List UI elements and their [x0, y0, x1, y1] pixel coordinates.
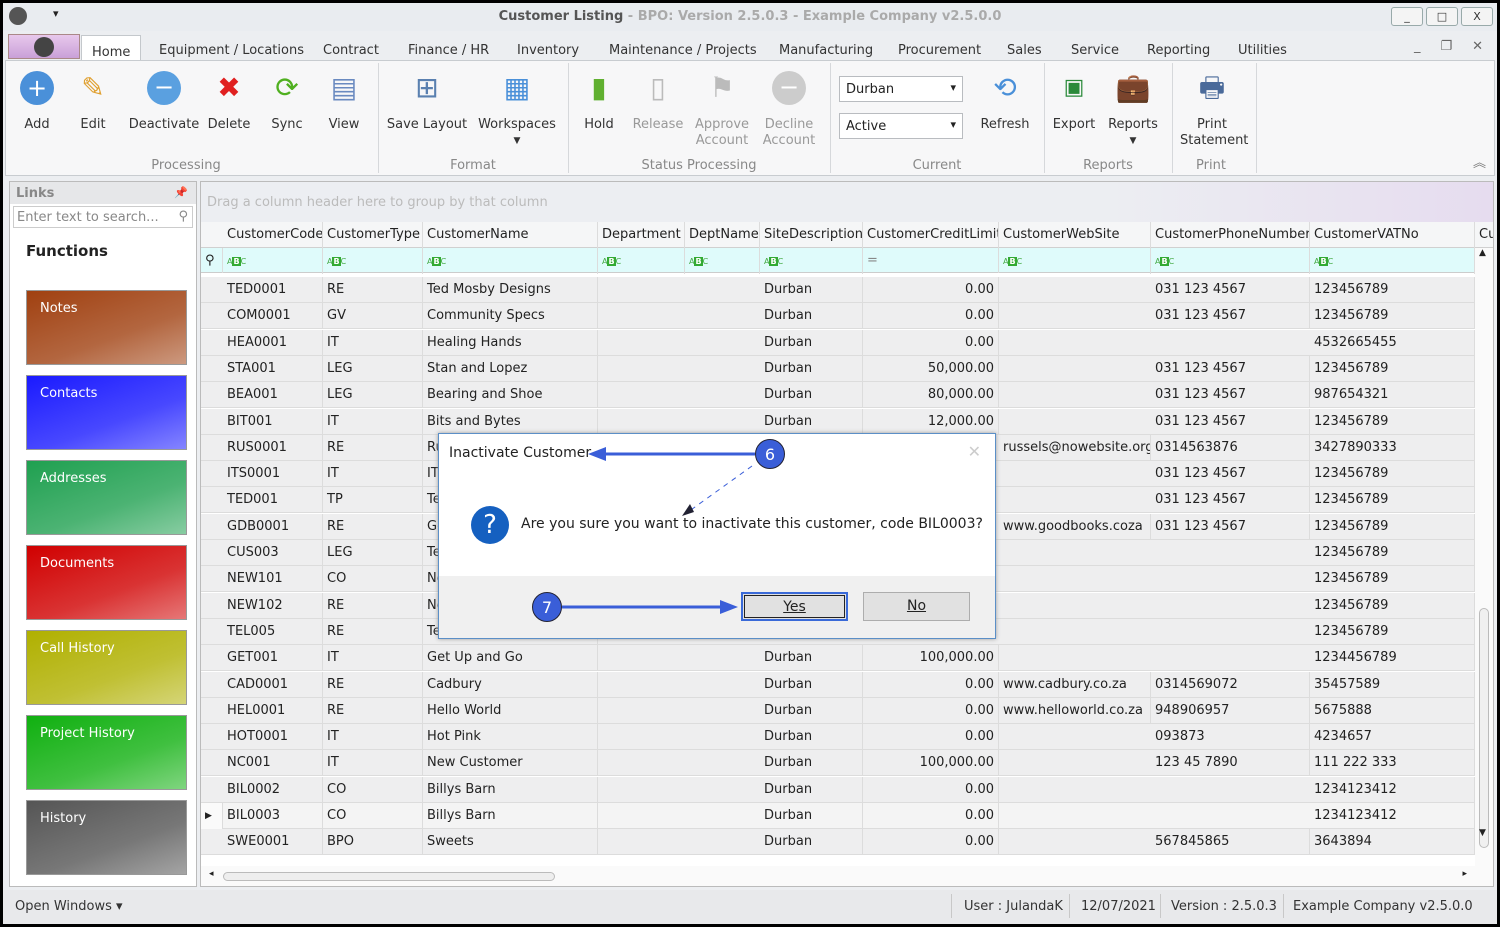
callout-6-dashed-arrow — [687, 465, 753, 513]
callout-6: 6 — [755, 439, 785, 469]
callout-7: 7 — [532, 592, 562, 622]
annotation-arrows — [562, 447, 755, 614]
callout-7-arrowhead — [720, 600, 738, 614]
callout-6-dashed-arrowhead — [682, 504, 694, 516]
callout-6-arrowhead — [588, 447, 606, 461]
